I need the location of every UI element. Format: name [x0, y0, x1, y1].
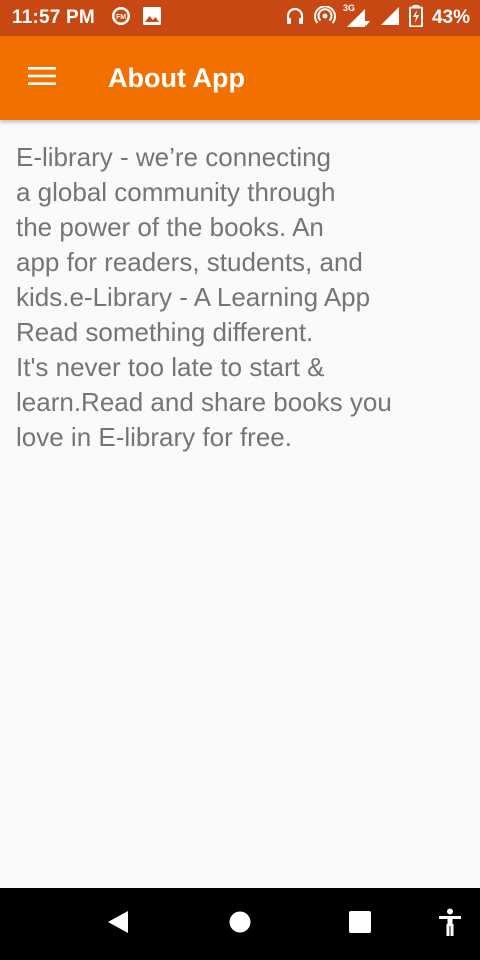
- home-icon: [229, 911, 251, 938]
- about-text-line: Read something different.: [16, 317, 314, 347]
- about-text-line: It's never too late to start &: [16, 352, 325, 382]
- network-type-label: 3G: [342, 3, 355, 13]
- status-system-icons: 3G 43%: [285, 3, 470, 32]
- recents-button[interactable]: [342, 906, 378, 942]
- headphones-icon: [285, 6, 305, 31]
- back-icon: [107, 910, 129, 939]
- accessibility-icon: [438, 908, 462, 941]
- page-title: About App: [108, 62, 245, 93]
- about-text-line: kids.e-Library - A Learning App: [16, 282, 371, 312]
- accessibility-button[interactable]: [432, 906, 468, 942]
- status-bar: 11:57 PM FM 3G 43%: [0, 0, 480, 36]
- hotspot-icon: [313, 4, 336, 31]
- about-text-line: app for readers, students, and: [16, 247, 363, 277]
- fm-icon: FM: [111, 6, 131, 31]
- about-text-line: the power of the books. An: [16, 212, 324, 242]
- app-bar: About App: [0, 36, 480, 120]
- svg-text:FM: FM: [116, 14, 126, 21]
- about-text: E-library - we’re connecting a global co…: [16, 140, 446, 455]
- home-button[interactable]: [222, 906, 258, 942]
- about-text-line: learn.Read and share books you: [16, 387, 392, 417]
- about-text-line: E-library - we’re connecting: [16, 142, 332, 172]
- signal-3g-icon: 3G: [343, 3, 371, 29]
- battery-charging-icon: [408, 4, 423, 32]
- back-button[interactable]: [100, 908, 136, 940]
- image-icon: [142, 6, 161, 30]
- navigation-bar: [0, 888, 480, 960]
- battery-percent: 43%: [431, 7, 470, 28]
- about-text-line: love in E-library for free.: [16, 422, 292, 452]
- hamburger-menu-icon: [28, 66, 56, 91]
- signal-icon: [380, 6, 400, 31]
- recents-icon: [349, 910, 371, 938]
- about-text-line: a global community through: [16, 177, 336, 207]
- status-notification-icons: FM: [111, 6, 161, 31]
- status-time: 11:57 PM: [12, 7, 95, 28]
- menu-button[interactable]: [0, 36, 84, 120]
